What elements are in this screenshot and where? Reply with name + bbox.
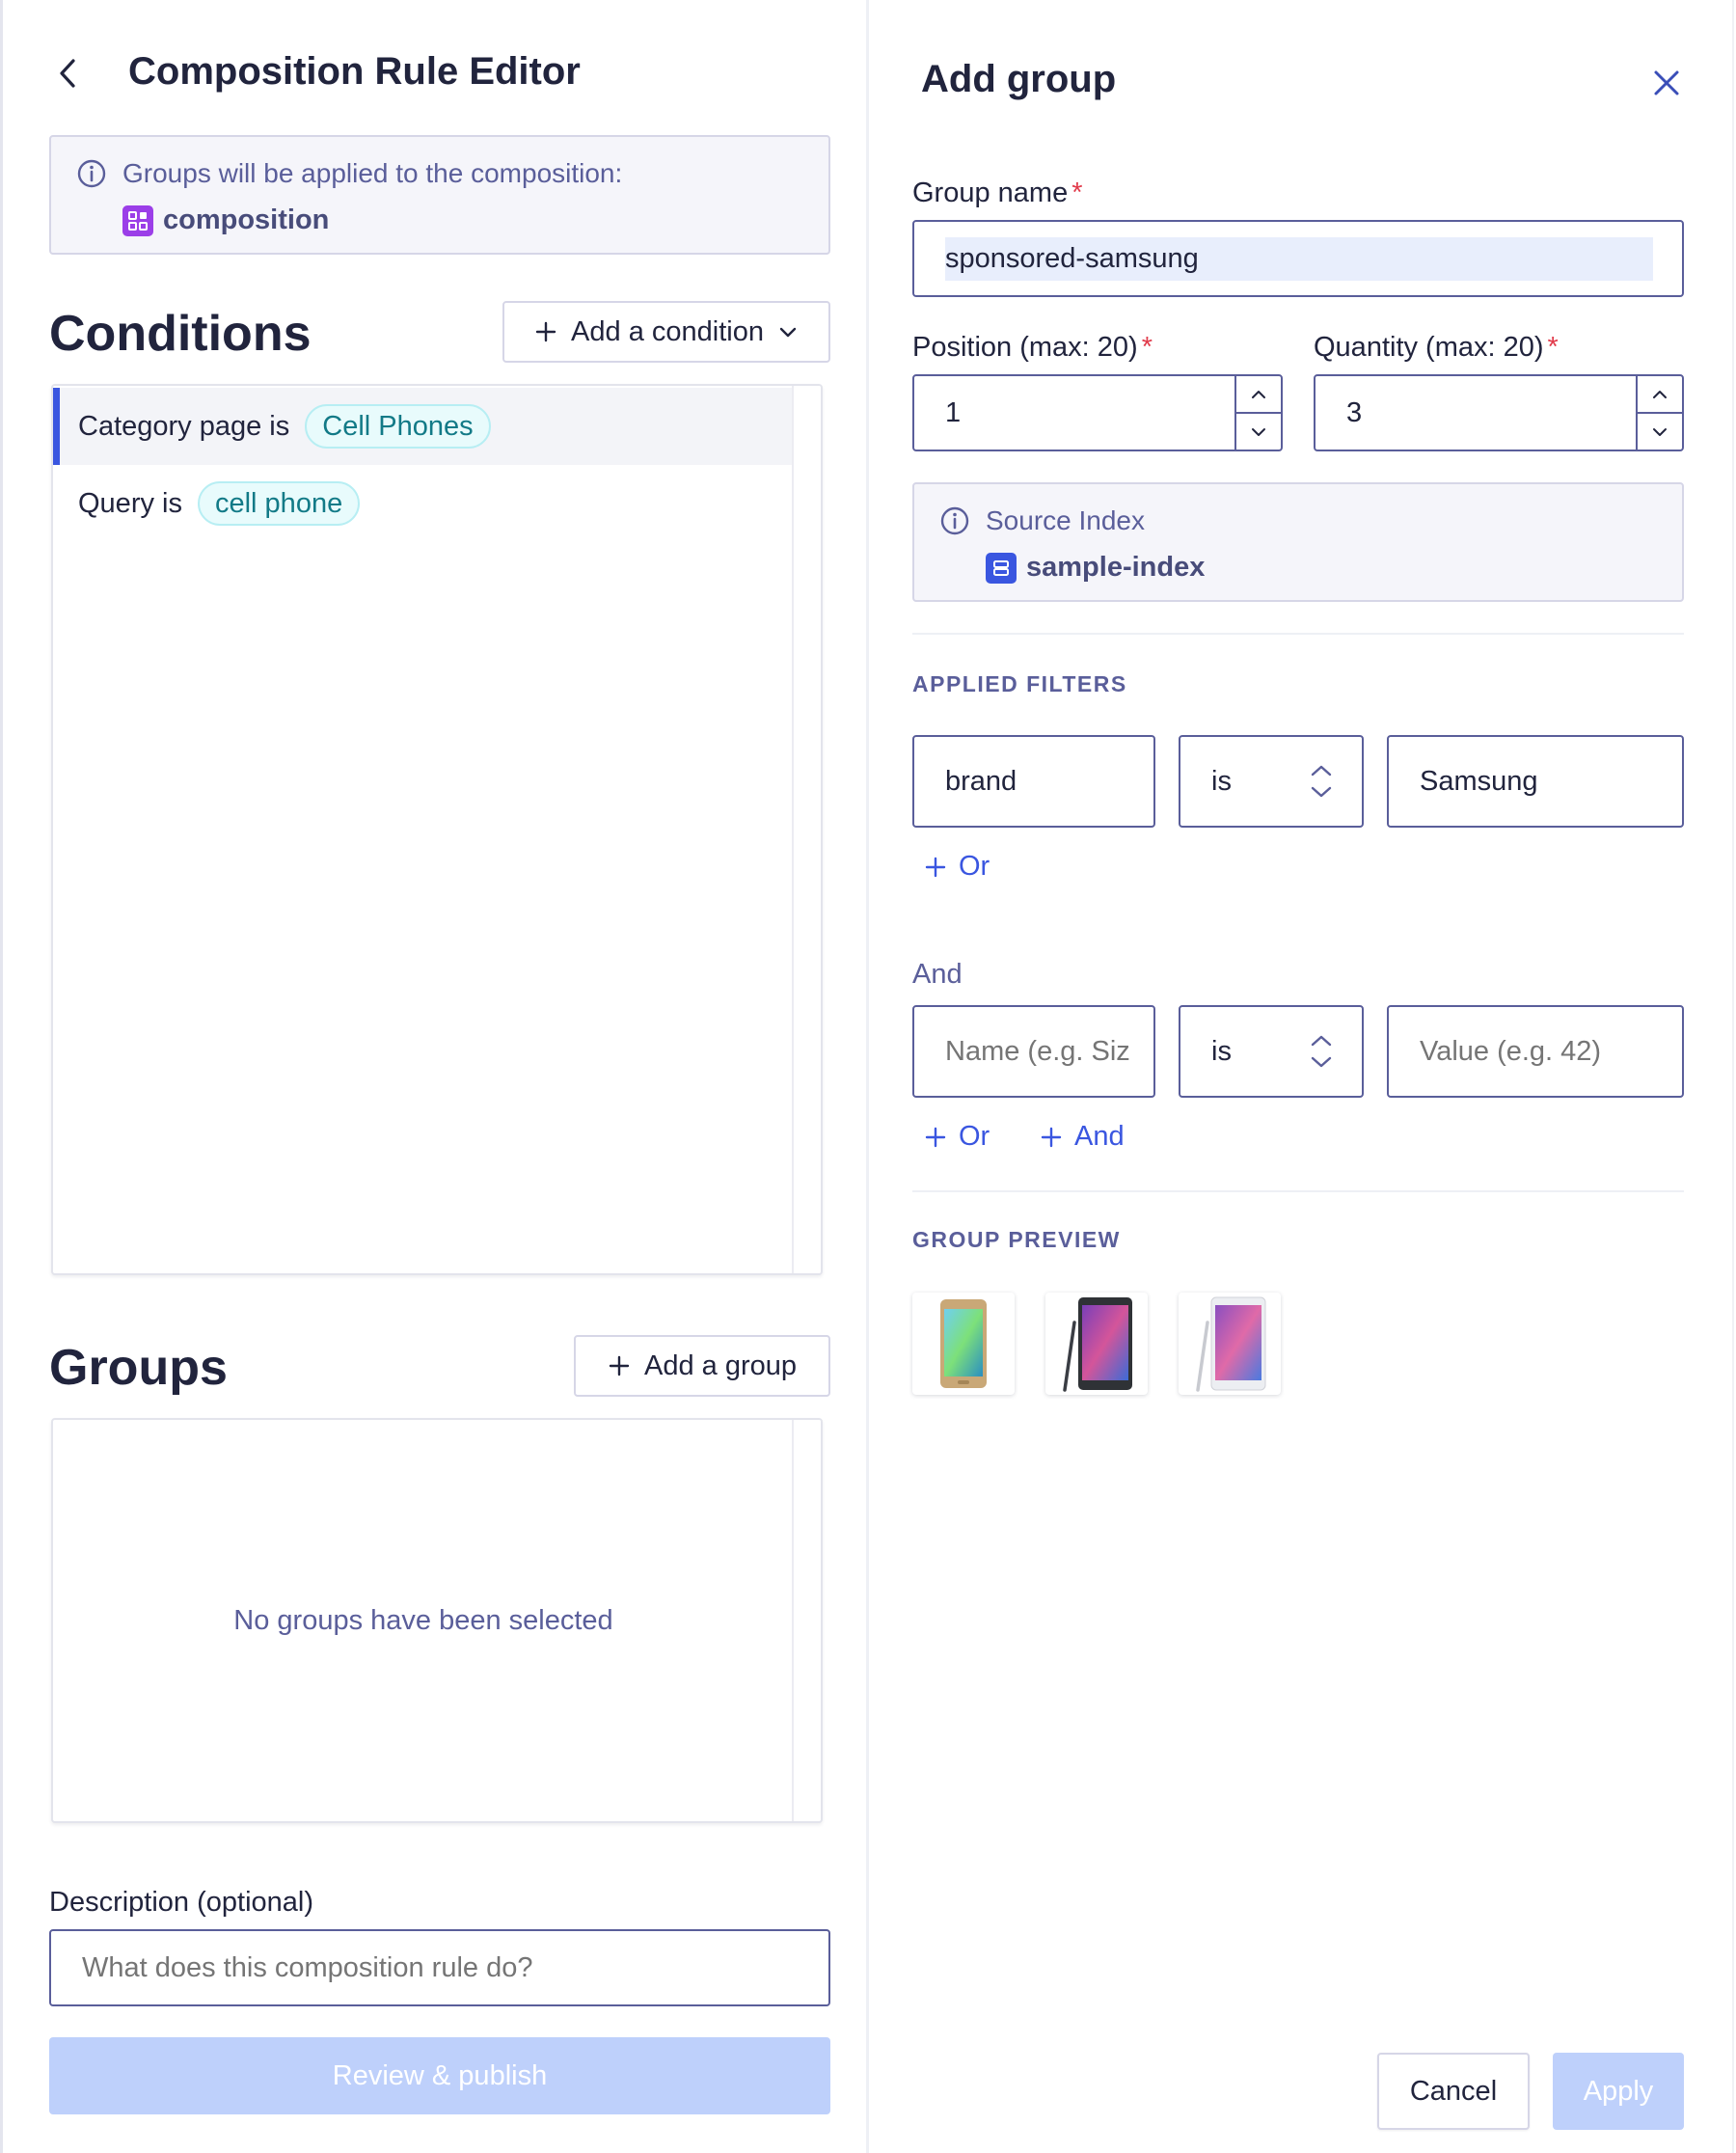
applied-filters-label: APPLIED FILTERS [912, 671, 1127, 696]
position-increment-button[interactable] [1236, 376, 1281, 412]
quantity-stepper-buttons [1636, 376, 1682, 450]
chevron-up-icon [1653, 390, 1667, 398]
position-decrement-button[interactable] [1236, 412, 1281, 450]
select-arrows-icon [1310, 1035, 1333, 1068]
conditions-scrollbar[interactable] [792, 386, 821, 1273]
group-name-input[interactable]: sponsored-samsung [912, 220, 1684, 297]
condition-item[interactable]: Category page is Cell Phones [53, 388, 794, 465]
chevron-down-icon [1653, 427, 1667, 436]
phone-white-image [1196, 1296, 1266, 1392]
info-text: Groups will be applied to the compositio… [122, 158, 623, 188]
apply-button[interactable]: Apply [1553, 2053, 1684, 2130]
divider [912, 633, 1684, 635]
position-label: Position (max: 20) * [912, 332, 1153, 363]
conditions-title: Conditions [49, 306, 312, 362]
and-section-label: And [912, 959, 963, 990]
plus-icon [925, 857, 946, 877]
info-icon [77, 159, 106, 188]
new-filter-operator-value: is [1211, 1035, 1232, 1067]
filter-operator-value: is [1211, 765, 1232, 797]
source-index-name: sample-index [1026, 552, 1206, 583]
add-or-filter-button[interactable]: Or [924, 1121, 990, 1153]
index-icon [986, 552, 1017, 584]
info-icon [940, 506, 969, 535]
and-label: And [1074, 1121, 1125, 1152]
groups-scrollbar[interactable] [792, 1420, 821, 1821]
or-label: Or [959, 1121, 990, 1152]
group-name-value: sponsored-samsung [945, 236, 1653, 281]
window-edge [1732, 0, 1736, 2153]
filter-operator-select[interactable]: is [1179, 735, 1364, 828]
preview-thumbnail [912, 1293, 1015, 1395]
or-label: Or [959, 851, 990, 882]
conditions-list: Category page is Cell Phones Query is ce… [51, 384, 823, 1275]
phone-gold-image [940, 1299, 987, 1388]
group-preview-label: GROUP PREVIEW [912, 1227, 1121, 1252]
groups-list: No groups have been selected [51, 1418, 823, 1823]
filter-name-input[interactable]: brand [912, 735, 1155, 828]
source-index-label: Source Index [986, 505, 1145, 535]
description-input[interactable] [49, 1929, 830, 2006]
new-filter-operator-select[interactable]: is [1179, 1005, 1364, 1098]
groups-title: Groups [49, 1340, 228, 1396]
chevron-down-icon [779, 327, 797, 338]
page-title: Composition Rule Editor [128, 50, 581, 93]
condition-label: Query is [78, 487, 182, 519]
divider [912, 1190, 1684, 1192]
position-value: 1 [945, 396, 962, 428]
condition-item[interactable]: Query is cell phone [53, 465, 794, 542]
quantity-increment-button[interactable] [1638, 376, 1682, 412]
add-condition-label: Add a condition [571, 315, 764, 347]
condition-value-tag: Cell Phones [305, 404, 491, 449]
filter-value-input[interactable]: Samsung [1387, 735, 1684, 828]
close-icon [1654, 70, 1679, 95]
close-button[interactable] [1647, 64, 1686, 102]
back-button[interactable] [51, 54, 84, 93]
filter-value: Samsung [1420, 765, 1538, 797]
quantity-value: 3 [1346, 396, 1363, 428]
add-and-filter-button[interactable]: And [1040, 1121, 1125, 1153]
chevron-left-icon [60, 59, 75, 88]
plus-icon [535, 321, 556, 342]
phone-dark-image [1063, 1297, 1132, 1392]
plus-icon [925, 1127, 946, 1147]
cancel-button[interactable]: Cancel [1377, 2053, 1530, 2130]
description-label: Description (optional) [49, 1887, 314, 1918]
groups-empty-text: No groups have been selected [233, 1605, 613, 1636]
quantity-decrement-button[interactable] [1638, 412, 1682, 450]
add-condition-button[interactable]: Add a condition [502, 301, 830, 363]
add-or-filter-button[interactable]: Or [924, 851, 990, 883]
position-stepper[interactable]: 1 [912, 374, 1283, 451]
filter-name-value: brand [945, 765, 1017, 797]
plus-icon [1041, 1127, 1062, 1147]
new-filter-name-input[interactable] [912, 1005, 1155, 1098]
chevron-down-icon [1252, 427, 1265, 436]
condition-value-tag: cell phone [197, 481, 361, 526]
quantity-stepper[interactable]: 3 [1314, 374, 1684, 451]
add-group-button[interactable]: Add a group [574, 1335, 830, 1397]
new-filter-value-input[interactable] [1387, 1005, 1684, 1098]
composition-chip: composition [122, 204, 329, 236]
quantity-label: Quantity (max: 20) * [1314, 332, 1559, 363]
plus-icon [609, 1355, 630, 1376]
source-index-chip: sample-index [986, 552, 1205, 584]
review-publish-button[interactable]: Review & publish [49, 2037, 830, 2114]
preview-thumbnail [1179, 1293, 1281, 1395]
add-group-label: Add a group [643, 1349, 797, 1381]
source-index-info-box: Source Index sample-index [912, 482, 1684, 602]
composition-rule-editor-panel: Composition Rule Editor Groups will be a… [0, 0, 866, 2153]
add-group-title: Add group [921, 58, 1117, 100]
chevron-up-icon [1252, 390, 1265, 398]
group-name-label: Group name * [912, 177, 1083, 208]
select-arrows-icon [1310, 765, 1333, 798]
composition-icon [122, 204, 153, 236]
composition-name: composition [163, 204, 330, 235]
position-stepper-buttons [1234, 376, 1281, 450]
preview-thumbnail [1045, 1293, 1148, 1395]
composition-info-box: Groups will be applied to the compositio… [49, 135, 830, 255]
condition-label: Category page is [78, 410, 290, 442]
